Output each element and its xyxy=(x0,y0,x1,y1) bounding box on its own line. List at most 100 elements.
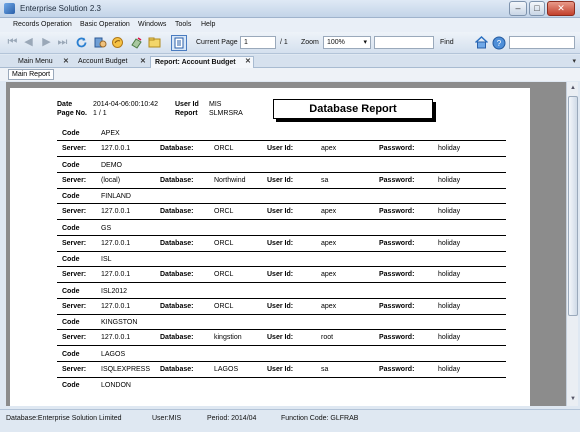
vertical-scrollbar[interactable]: ▲ ▼ xyxy=(566,82,578,406)
user-id-label: User Id: xyxy=(267,240,294,247)
menu-tools[interactable]: Tools xyxy=(175,21,191,28)
code-label: Code xyxy=(62,319,80,326)
title-bar: Enterprise Solution 2.3 – □ ✕ xyxy=(0,0,580,18)
tab-label: Account Budget xyxy=(78,58,128,65)
password-label: Password: xyxy=(379,334,415,341)
code-value: APEX xyxy=(101,130,120,137)
menu-help[interactable]: Help xyxy=(201,21,215,28)
database-label: Database: xyxy=(160,366,194,373)
toolbar-search-input[interactable] xyxy=(509,36,575,49)
scroll-down-icon[interactable]: ▼ xyxy=(568,394,578,404)
server-value: 127.0.0.1 xyxy=(101,240,131,247)
password-label: Password: xyxy=(379,303,415,310)
zoom-value: 100% xyxy=(327,39,345,46)
user-id-value: sa xyxy=(321,366,329,373)
tab-label: Report: Account Budget xyxy=(155,59,236,66)
help-icon[interactable]: ? xyxy=(492,36,506,50)
menu-records-operation[interactable]: Records Operation xyxy=(13,21,72,28)
document-tabs: Main Menu ✕ Account Budget ✕ Report: Acc… xyxy=(0,55,580,68)
user-id-label: User Id: xyxy=(267,208,294,215)
row-divider xyxy=(57,345,506,346)
row-divider xyxy=(57,172,506,173)
server-value: 127.0.0.1 xyxy=(101,303,131,310)
database-label: Database: xyxy=(160,240,194,247)
password-value: holiday xyxy=(438,303,461,310)
code-value: FINLAND xyxy=(101,193,131,200)
tab-close-icon[interactable]: ✕ xyxy=(245,57,251,65)
tab-report-account-budget[interactable]: Report: Account Budget xyxy=(150,56,254,68)
row-divider xyxy=(57,298,506,299)
scroll-thumb[interactable] xyxy=(568,96,578,316)
row-divider xyxy=(57,188,506,189)
refresh-icon[interactable] xyxy=(75,36,88,49)
user-id-value: apex xyxy=(321,208,337,215)
scroll-up-icon[interactable]: ▲ xyxy=(568,83,578,93)
status-user: User:MIS xyxy=(152,415,182,422)
svg-text:?: ? xyxy=(497,39,502,48)
row-divider xyxy=(57,266,506,267)
server-label: Server: xyxy=(62,271,87,278)
find-input[interactable] xyxy=(374,36,434,49)
code-label: Code xyxy=(62,162,80,169)
date-label: Date xyxy=(57,101,73,108)
user-id-label: User Id: xyxy=(267,334,294,341)
user-id-value: sa xyxy=(321,177,329,184)
tab-account-budget[interactable]: Account Budget xyxy=(74,56,131,68)
row-divider xyxy=(57,203,506,204)
tab-close-icon[interactable]: ✕ xyxy=(140,57,146,65)
tab-label: Main Menu xyxy=(18,58,53,65)
server-label: Server: xyxy=(62,208,87,215)
find-button[interactable]: Find xyxy=(440,39,454,46)
server-value: 127.0.0.1 xyxy=(101,271,131,278)
previous-page-icon[interactable]: ◀ xyxy=(22,36,35,49)
close-button[interactable]: ✕ xyxy=(547,1,575,16)
user-id-value: apex xyxy=(321,303,337,310)
code-value: ISL xyxy=(101,256,112,263)
password-label: Password: xyxy=(379,240,415,247)
first-page-icon[interactable]: ⏮ xyxy=(6,36,19,49)
tabs-scroll-icon[interactable]: ▾ xyxy=(572,57,576,65)
maximize-button[interactable]: □ xyxy=(529,1,545,16)
tab-main-menu[interactable]: Main Menu xyxy=(14,56,57,68)
zoom-hand-icon[interactable] xyxy=(111,36,124,49)
tab-main-report[interactable]: Main Report xyxy=(8,69,55,80)
menu-windows[interactable]: Windows xyxy=(138,21,166,28)
server-value: (local) xyxy=(101,177,121,184)
export-folder-icon[interactable] xyxy=(148,36,161,49)
menu-basic-operation[interactable]: Basic Operation xyxy=(80,21,130,28)
code-label: Code xyxy=(62,351,80,358)
database-value: LAGOS xyxy=(214,366,239,373)
status-bar: Database:Enterprise Solution Limited Use… xyxy=(0,409,580,432)
next-page-icon[interactable]: ▶ xyxy=(40,36,53,49)
page-layout-icon[interactable] xyxy=(171,35,187,51)
print-icon[interactable] xyxy=(130,36,143,49)
row-divider xyxy=(57,361,506,362)
current-page-input[interactable] xyxy=(240,36,276,49)
user-id-label: User Id: xyxy=(267,177,294,184)
report-subtabs: Main Report xyxy=(0,68,580,81)
report-page: Date 2014-04-06:00:10:42 Page No. 1 / 1 … xyxy=(10,88,530,406)
zoom-select[interactable]: 100% ▾ xyxy=(323,36,371,49)
minimize-button[interactable]: – xyxy=(509,1,527,16)
home-icon[interactable] xyxy=(474,35,489,50)
database-value: ORCL xyxy=(214,208,234,215)
code-value: LONDON xyxy=(101,382,131,389)
server-label: Server: xyxy=(62,366,87,373)
report-viewer[interactable]: Date 2014-04-06:00:10:42 Page No. 1 / 1 … xyxy=(6,82,569,406)
status-database: Database:Enterprise Solution Limited xyxy=(6,415,122,422)
password-label: Password: xyxy=(379,145,415,152)
password-label: Password: xyxy=(379,177,415,184)
user-id-value: root xyxy=(321,334,334,341)
database-value: ORCL xyxy=(214,271,234,278)
user-id-value: MIS xyxy=(209,101,222,108)
code-value: GS xyxy=(101,225,112,232)
database-value: kingstion xyxy=(214,334,242,341)
tab-close-icon[interactable]: ✕ xyxy=(63,57,69,65)
last-page-icon[interactable]: ⏭ xyxy=(56,36,69,49)
app-icon xyxy=(4,3,15,14)
toolbar: ⏮ ◀ ▶ ⏭ Current Page / 1 Zoom 100% ▾ Fin… xyxy=(0,32,580,54)
page-no-value: 1 / 1 xyxy=(93,110,107,117)
report-title: Database Report xyxy=(273,99,433,119)
pan-hand-icon[interactable] xyxy=(94,36,107,49)
zoom-label: Zoom xyxy=(301,39,319,46)
